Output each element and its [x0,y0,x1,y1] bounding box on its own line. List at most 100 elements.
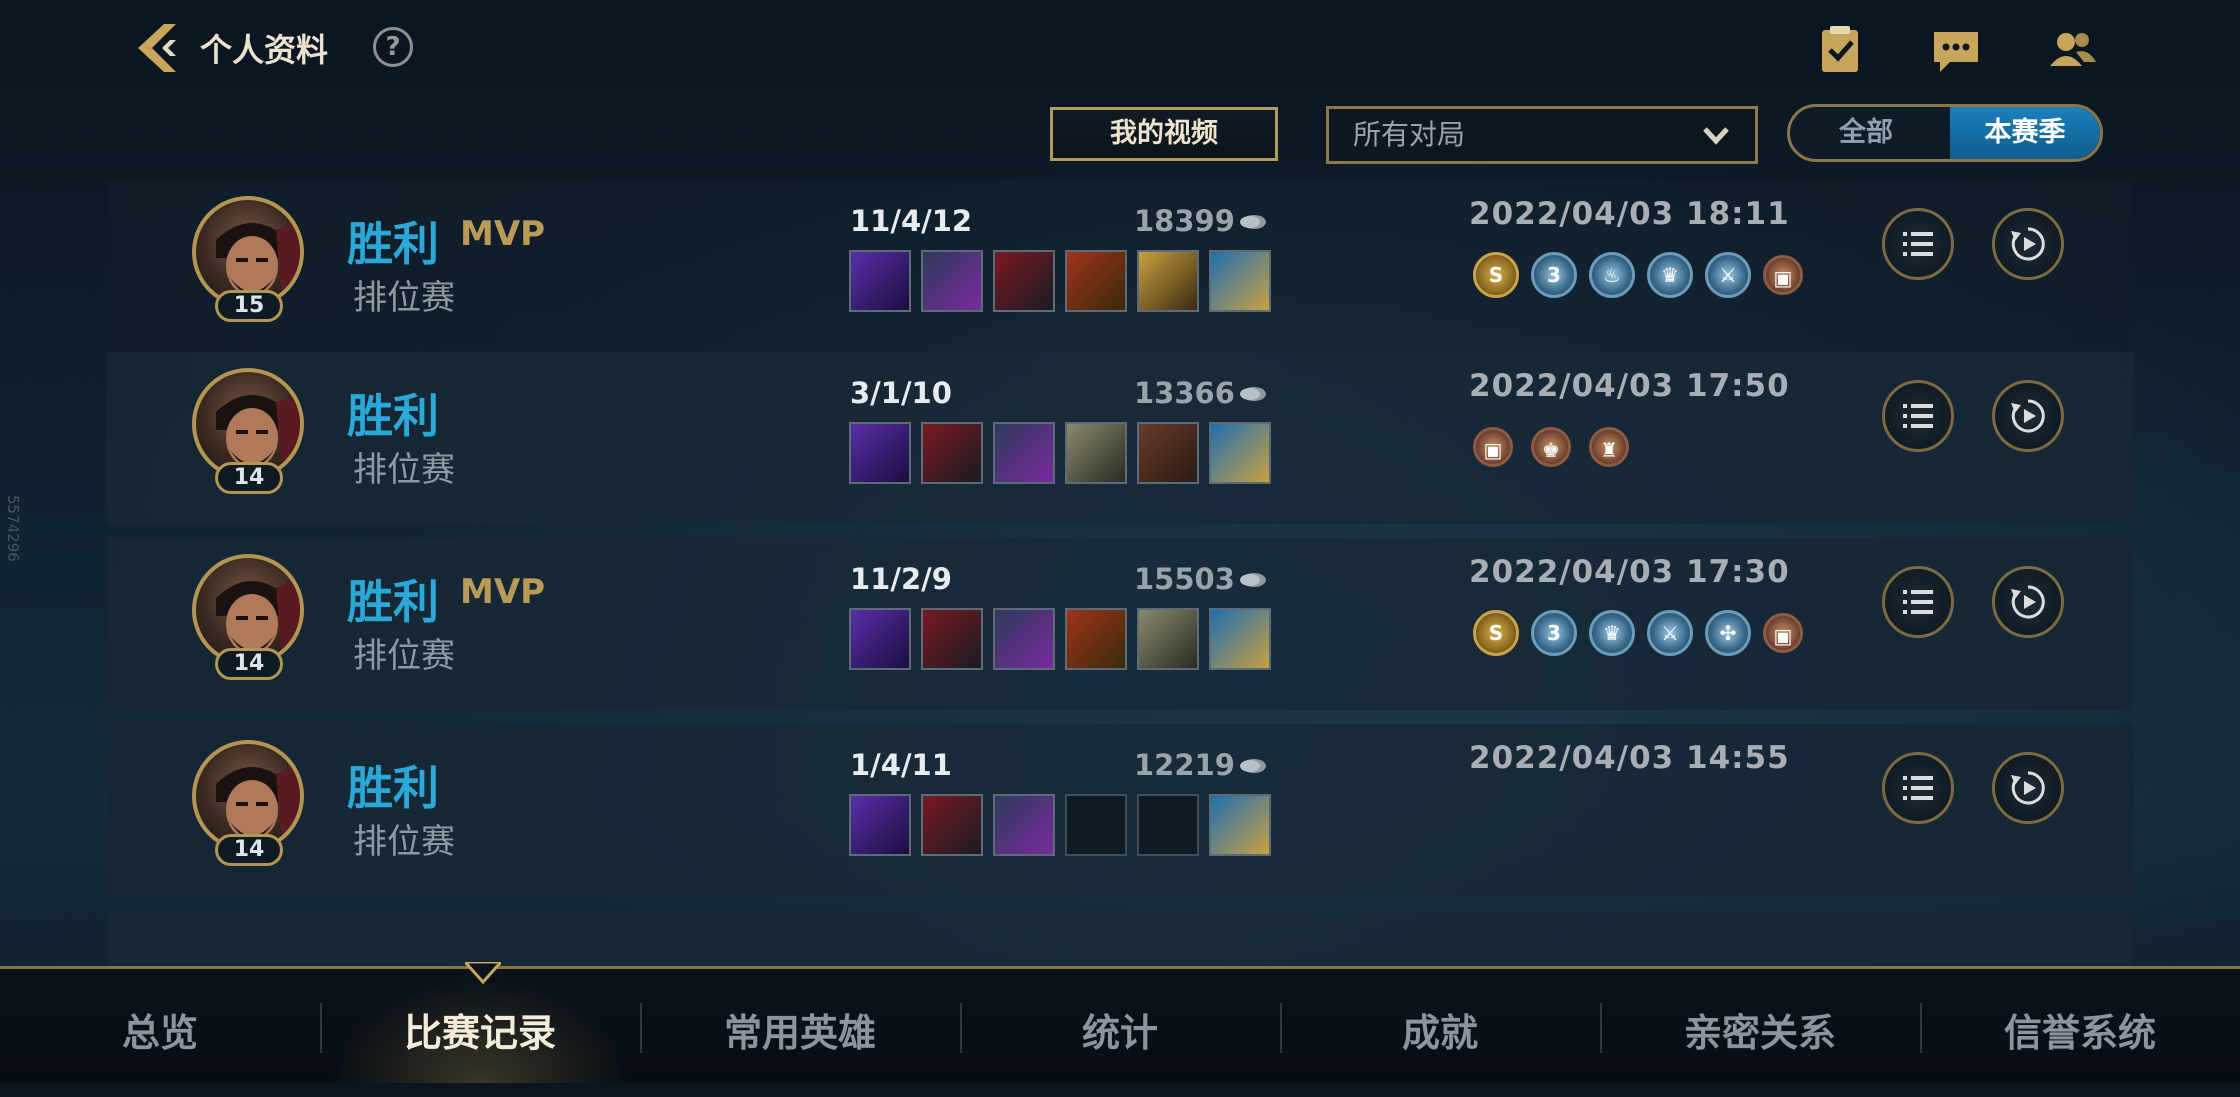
match-row[interactable]: 14 胜利 排位赛 1/4/11 12219 2022/04/03 14:55 [107,724,2133,896]
nav-tab[interactable]: 统计 [960,969,1280,1083]
achievement-badge-icon[interactable]: ♛ [1647,252,1693,298]
kda-stat: 3/1/10 [850,376,952,410]
nav-pointer-icon [465,962,501,984]
item-icon[interactable] [1137,608,1199,670]
gold-amount: 12219 [1134,748,1235,782]
nav-tab[interactable]: 比赛记录 [320,969,640,1083]
match-date: 2022/04/03 18:11 [1469,196,1790,232]
achievement-badge-icon[interactable]: ▣ [1763,613,1803,653]
empty-item-slot [1137,794,1199,856]
match-row[interactable]: 14 胜利 排位赛 3/1/10 13366 2022/04/03 17:50 … [107,352,2133,524]
task-clipboard-icon[interactable] [1812,22,1868,78]
mvp-label: MVP [460,572,546,612]
gold-coin-icon [1240,387,1266,401]
achievement-badge-icon[interactable]: ♛ [1589,610,1635,656]
nav-tab[interactable]: 常用英雄 [640,969,960,1083]
game-mode: 排位赛 [353,636,455,676]
achievement-badge-icon[interactable]: ⚔ [1647,610,1693,656]
list-icon [1903,232,1933,256]
item-icon[interactable] [1137,250,1199,312]
match-detail-button[interactable] [1882,380,1954,452]
achievement-badge-icon[interactable]: ✣ [1705,610,1751,656]
item-icon[interactable] [921,250,983,312]
nav-tab[interactable]: 信誉系统 [1920,969,2240,1083]
item-icon[interactable] [921,422,983,484]
item-icon[interactable] [921,794,983,856]
item-icon[interactable] [849,422,911,484]
gold-coin-icon [1240,215,1266,229]
achievement-badge-icon[interactable]: 3 [1531,252,1577,298]
item-icon[interactable] [993,794,1055,856]
item-icon[interactable] [849,794,911,856]
replay-icon [2011,771,2045,805]
friends-icon[interactable] [2044,22,2100,78]
match-date: 2022/04/03 17:50 [1469,368,1790,404]
gold-amount: 15503 [1134,562,1235,596]
gold-amount: 18399 [1134,204,1235,238]
item-icon[interactable] [1065,422,1127,484]
achievement-badge-icon[interactable]: 3 [1531,610,1577,656]
item-icon[interactable] [1209,250,1271,312]
replay-button[interactable] [1992,380,2064,452]
season-toggle[interactable]: 全部 本赛季 [1787,104,2103,162]
back-icon[interactable] [130,18,190,78]
match-type-select[interactable]: 所有对局 [1326,106,1758,164]
item-icon[interactable] [993,250,1055,312]
match-row-partial[interactable] [107,912,2133,966]
match-result: 胜利 [347,389,439,443]
achievement-badge-icon[interactable]: S [1473,252,1519,298]
replay-button[interactable] [1992,208,2064,280]
item-icon[interactable] [849,608,911,670]
item-icon[interactable] [1209,794,1271,856]
achievement-badge-icon[interactable]: ♨ [1589,252,1635,298]
item-icon[interactable] [1209,608,1271,670]
empty-item-slot [1065,794,1127,856]
item-icon[interactable] [1065,250,1127,312]
match-row[interactable]: 14 胜利 MVP 排位赛 11/2/9 15503 2022/04/03 17… [107,538,2133,710]
replay-icon [2011,585,2045,619]
replay-icon [2011,399,2045,433]
nav-tab[interactable]: 成就 [1280,969,1600,1083]
match-detail-button[interactable] [1882,208,1954,280]
kda-stat: 1/4/11 [850,748,952,782]
item-icon[interactable] [1065,608,1127,670]
match-row[interactable]: 15 胜利 MVP 排位赛 11/4/12 18399 2022/04/03 1… [107,180,2133,352]
item-icon[interactable] [1209,422,1271,484]
achievement-badge-icon[interactable]: ⚔ [1705,252,1751,298]
achievement-badge-icon[interactable]: ▣ [1763,255,1803,295]
game-mode: 排位赛 [353,450,455,490]
item-icon[interactable] [993,608,1055,670]
kda-stat: 11/2/9 [850,562,952,596]
toggle-season-option[interactable]: 本赛季 [1950,107,2100,159]
item-icon[interactable] [921,608,983,670]
replay-icon [2011,227,2045,261]
achievement-badge-icon[interactable]: ♚ [1531,427,1571,467]
list-icon [1903,404,1933,428]
side-id-text: 5574296 [4,495,22,562]
chat-icon[interactable] [1928,22,1984,78]
replay-button[interactable] [1992,752,2064,824]
hero-level-badge: 14 [215,834,283,866]
nav-tab[interactable]: 总览 [0,969,320,1083]
nav-tab[interactable]: 亲密关系 [1600,969,1920,1083]
gold-coin-icon [1240,573,1266,587]
list-icon [1903,776,1933,800]
item-icon[interactable] [1137,422,1199,484]
match-detail-button[interactable] [1882,566,1954,638]
help-button[interactable]: ? [373,27,413,67]
list-icon [1903,590,1933,614]
item-icon[interactable] [993,422,1055,484]
replay-button[interactable] [1992,566,2064,638]
match-result: 胜利 [347,761,439,815]
toggle-all-option[interactable]: 全部 [1790,107,1942,159]
item-icon[interactable] [849,250,911,312]
kda-stat: 11/4/12 [850,204,973,238]
page-title: 个人资料 [200,31,329,69]
achievement-badge-icon[interactable]: S [1473,610,1519,656]
achievement-badge-icon[interactable]: ♜ [1589,427,1629,467]
my-videos-button[interactable]: 我的视频 [1050,107,1278,161]
match-date: 2022/04/03 14:55 [1469,740,1790,776]
mvp-label: MVP [460,214,546,254]
achievement-badge-icon[interactable]: ▣ [1473,427,1513,467]
match-detail-button[interactable] [1882,752,1954,824]
